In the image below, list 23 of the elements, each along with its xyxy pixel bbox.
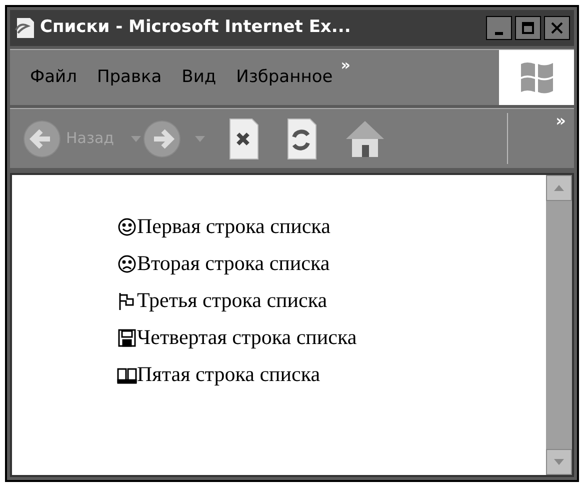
menu-item[interactable]: Правка [96,64,162,90]
forward-button[interactable] [142,118,182,158]
flag-icon [117,291,137,311]
list-item-text: Вторая строка списка [137,250,330,278]
list-item-text: Третья строка списка [137,287,328,314]
frown-icon [117,254,137,274]
list-item-text: Четвертая строка списка [137,324,357,352]
more-button[interactable]: » [556,109,570,133]
page-icon [14,16,36,40]
minimize-button[interactable] [486,16,512,40]
close-icon [551,22,563,34]
menu-item[interactable]: Вид [182,64,216,90]
up-triangle-icon [553,184,565,192]
menu-item[interactable]: Файл [30,64,77,90]
menu-item[interactable]: Избранное [236,64,333,90]
menu-overflow-button[interactable]: » [340,54,350,76]
smiley-icon [117,217,137,237]
down-triangle-icon [553,458,565,466]
maximize-button[interactable] [515,16,541,40]
close-button[interactable] [544,16,570,40]
window-title: Списки - Microsoft Internet Ex... [40,16,351,40]
list-item-text: Первая строка списка [137,213,330,240]
list-item-text: Пятая строка списка [137,361,320,388]
